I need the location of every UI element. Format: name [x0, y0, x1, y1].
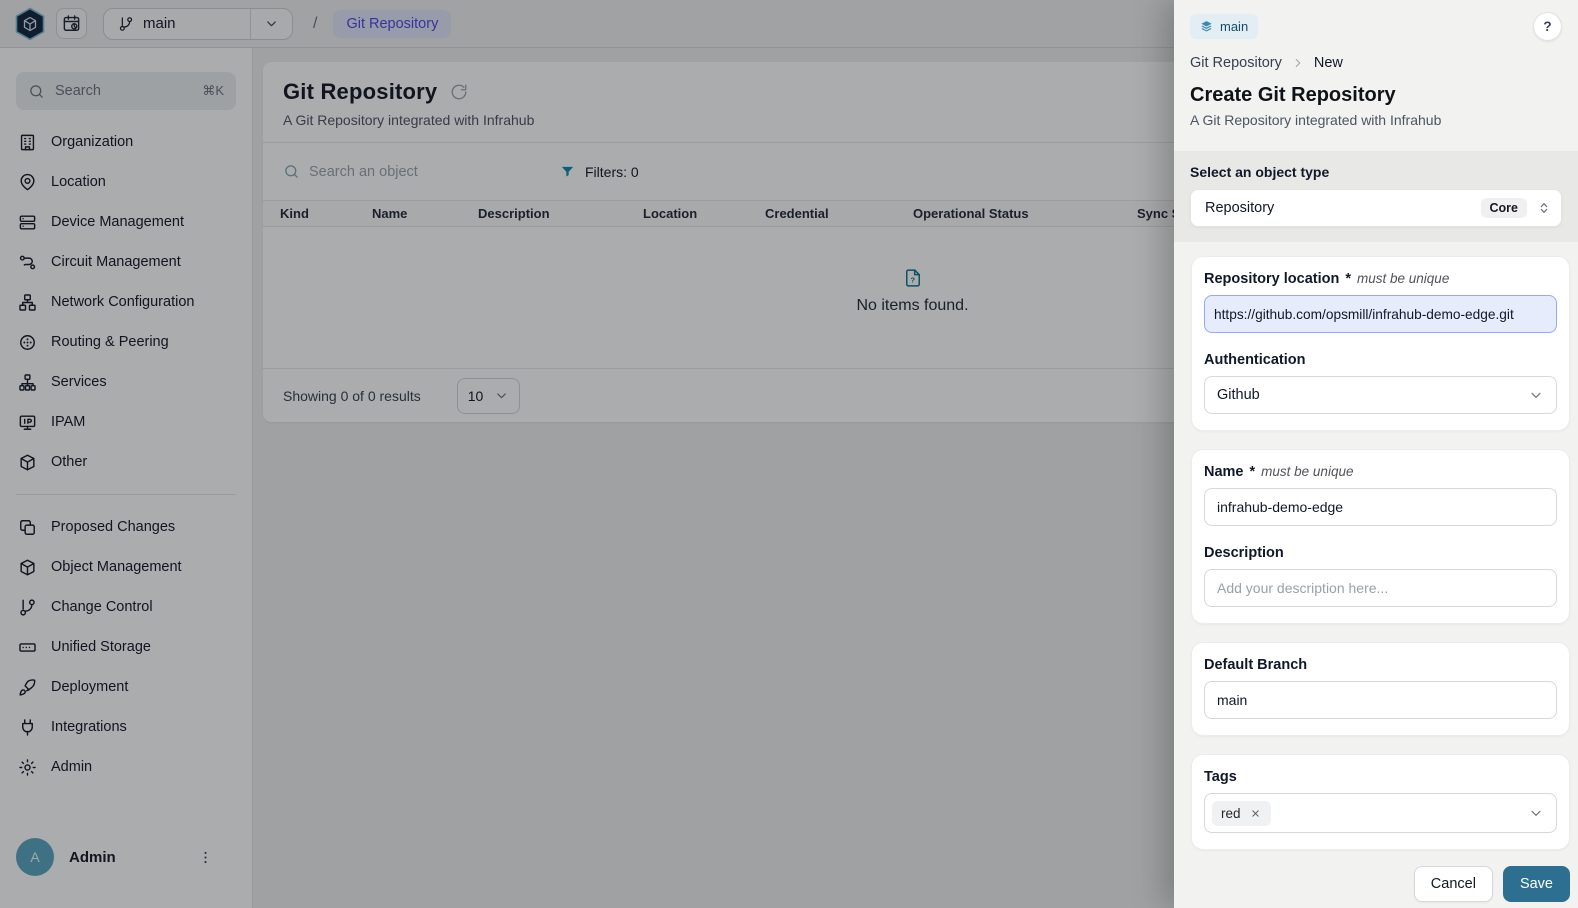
layers-icon [1200, 20, 1213, 33]
remove-tag-icon[interactable] [1249, 807, 1262, 820]
create-git-repository-panel: main ? Git Repository New Create Git Rep… [1174, 0, 1578, 908]
chevron-right-icon [1291, 56, 1305, 70]
object-type-value: Repository [1205, 200, 1274, 216]
tags-label: Tags [1204, 769, 1237, 785]
authentication-select[interactable]: Github [1204, 376, 1557, 414]
object-type-section: Select an object type Repository Core [1174, 151, 1578, 242]
tags-card: Tags red [1191, 754, 1570, 850]
breadcrumb-parent[interactable]: Git Repository [1190, 55, 1282, 71]
tag-chip-label: red [1221, 806, 1241, 821]
unique-hint: must be unique [1261, 464, 1353, 479]
help-button[interactable]: ? [1533, 12, 1562, 41]
description-label: Description [1204, 545, 1284, 561]
tags-select[interactable]: red [1204, 793, 1557, 833]
panel-title: Create Git Repository [1190, 84, 1562, 107]
name-description-card: Name * must be unique Description [1191, 449, 1570, 624]
object-type-select[interactable]: Repository Core [1190, 189, 1562, 227]
location-auth-card: Repository location * must be unique Aut… [1191, 256, 1570, 431]
panel-subtitle: A Git Repository integrated with Infrahu… [1190, 112, 1562, 128]
name-input[interactable] [1204, 488, 1557, 526]
chevrons-up-down-icon [1536, 200, 1552, 216]
authentication-value: Github [1217, 387, 1260, 403]
required-marker: * [1345, 271, 1351, 287]
authentication-label: Authentication [1204, 352, 1306, 368]
repository-location-input[interactable] [1204, 295, 1557, 333]
branch-badge: main [1190, 14, 1258, 39]
cancel-button[interactable]: Cancel [1414, 866, 1493, 902]
name-label: Name [1204, 464, 1244, 480]
chevron-down-icon [1528, 805, 1544, 821]
panel-actions: Cancel Save [1174, 850, 1578, 902]
tag-chip-red: red [1212, 801, 1271, 826]
description-input[interactable] [1204, 569, 1557, 607]
chevron-down-icon [1528, 387, 1544, 403]
required-marker: * [1250, 464, 1256, 480]
save-button[interactable]: Save [1503, 866, 1570, 902]
default-branch-card: Default Branch [1191, 642, 1570, 736]
object-type-label: Select an object type [1190, 164, 1562, 180]
breadcrumb-current: New [1314, 55, 1343, 71]
panel-breadcrumb: Git Repository New [1190, 55, 1562, 71]
panel-form: Repository location * must be unique Aut… [1174, 242, 1578, 850]
namespace-badge: Core [1481, 198, 1527, 218]
default-branch-label: Default Branch [1204, 657, 1307, 673]
panel-header: main ? Git Repository New Create Git Rep… [1174, 0, 1578, 128]
unique-hint: must be unique [1357, 271, 1449, 286]
location-label: Repository location [1204, 271, 1339, 287]
default-branch-input[interactable] [1204, 681, 1557, 719]
branch-badge-label: main [1220, 19, 1248, 34]
